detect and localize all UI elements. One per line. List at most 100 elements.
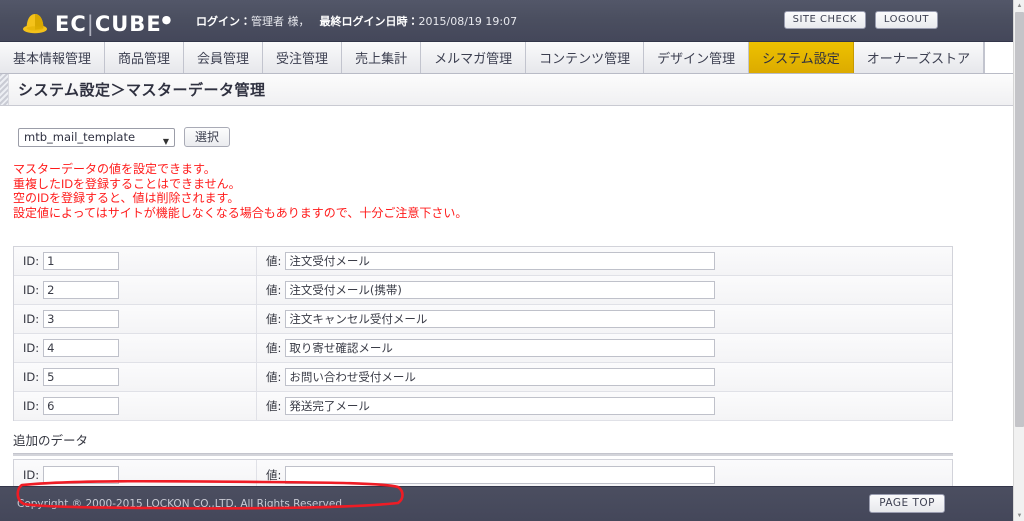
additional-value-label: 値: <box>266 467 282 482</box>
table-row: ID: 4 値: 取り寄せ確認メール <box>14 334 952 363</box>
row-value-label: 値: <box>266 370 282 384</box>
table-row: ID: 値: <box>14 460 952 489</box>
row-value-cell: 値: 注文受付メール <box>257 247 952 275</box>
app-footer: Copyright ® 2000-2015 LOCKON CO.,LTD. Al… <box>0 486 1013 521</box>
row-id-label: ID: <box>23 283 40 297</box>
eccube-logo-text: EC|CUBE● <box>55 7 172 37</box>
nav-item-basic-info[interactable]: 基本情報管理 <box>0 42 106 73</box>
row-id-input[interactable]: 4 <box>43 339 120 357</box>
row-id-cell: ID: 1 <box>14 247 257 275</box>
nav-item-mailmagazine[interactable]: メルマガ管理 <box>421 42 527 73</box>
row-value-input[interactable]: お問い合わせ受付メール <box>285 368 716 386</box>
master-data-selector-row: mtb_mail_template ▼ 選択 <box>18 127 231 147</box>
row-value-label: 値: <box>266 341 282 355</box>
scrollbar-thumb[interactable] <box>1015 12 1024 427</box>
row-value-label: 値: <box>266 399 282 413</box>
master-data-select[interactable]: mtb_mail_template ▼ <box>18 127 175 147</box>
row-value-input[interactable]: 注文受付メール(携帯) <box>285 281 716 299</box>
additional-value-input[interactable] <box>285 465 716 484</box>
warning-line: マスターデータの値を設定できます。 <box>13 162 216 176</box>
main-navigation: 基本情報管理 商品管理 会員管理 受注管理 売上集計 メルマガ管理 コンテンツ管理 デザイン管… <box>0 42 1013 74</box>
login-info: ログイン：管理者 様， 最終ログイン日時：2015/08/19 19:07 <box>196 13 517 29</box>
additional-data-divider <box>13 453 953 456</box>
row-id-label: ID: <box>23 399 40 413</box>
nav-item-system-settings[interactable]: システム設定 <box>749 42 854 73</box>
row-id-cell: ID: 4 <box>14 334 257 362</box>
eccube-logo[interactable]: EC|CUBE● <box>22 7 172 37</box>
row-id-input[interactable]: 2 <box>43 281 120 299</box>
additional-data-title: 追加のデータ <box>13 434 89 448</box>
row-id-cell: ID: 2 <box>14 276 257 304</box>
table-row: ID: 5 値: お問い合わせ受付メール <box>14 363 952 392</box>
page-top-button[interactable]: PAGE TOP <box>869 494 945 513</box>
last-login-label: 最終ログイン日時： <box>319 15 419 28</box>
row-id-label: ID: <box>23 312 40 326</box>
row-value-cell: 値: 注文受付メール(携帯) <box>257 276 952 304</box>
nav-item-owners-store[interactable]: オーナーズストア <box>853 42 985 73</box>
row-value-input[interactable]: 注文受付メール <box>285 252 716 270</box>
additional-id-input[interactable] <box>43 465 120 484</box>
table-row: ID: 2 値: 注文受付メール(携帯) <box>14 276 952 305</box>
row-id-input[interactable]: 6 <box>43 397 120 415</box>
row-value-cell: 値: 取り寄せ確認メール <box>257 334 952 362</box>
eccube-hat-icon <box>23 14 47 34</box>
header-buttons: SITE CHECK LOGOUT <box>783 11 938 29</box>
row-value-input[interactable]: 取り寄せ確認メール <box>285 339 716 357</box>
nav-item-members[interactable]: 会員管理 <box>184 42 264 73</box>
logo-separator: | <box>86 12 95 36</box>
row-value-cell: 値: 発送完了メール <box>257 392 952 420</box>
table-row: ID: 1 値: 注文受付メール <box>14 247 952 276</box>
nav-tail-area <box>985 42 1013 73</box>
additional-id-label: ID: <box>23 467 40 482</box>
site-check-button[interactable]: SITE CHECK <box>783 11 866 29</box>
row-value-input[interactable]: 注文キャンセル受付メール <box>285 310 716 328</box>
row-id-cell: ID: 6 <box>14 392 257 420</box>
row-value-cell: 値: お問い合わせ受付メール <box>257 363 952 391</box>
additional-id-cell: ID: <box>14 460 257 489</box>
login-user: 管理者 様， <box>251 15 310 28</box>
chevron-down-icon: ▼ <box>162 136 169 146</box>
row-id-label: ID: <box>23 370 40 384</box>
scroll-up-arrow-icon[interactable]: ▲ <box>1014 0 1024 11</box>
nav-item-sales[interactable]: 売上集計 <box>342 42 422 73</box>
additional-value-cell: 値: <box>257 460 952 489</box>
row-value-label: 値: <box>266 312 282 326</box>
copyright-text: Copyright ® 2000-2015 LOCKON CO.,LTD. Al… <box>17 498 346 510</box>
warning-line: 重複したIDを登録することはできません。 <box>13 176 241 191</box>
nav-item-orders[interactable]: 受注管理 <box>263 42 343 73</box>
nav-item-contents[interactable]: コンテンツ管理 <box>526 42 645 73</box>
app-header: EC|CUBE● ログイン：管理者 様， 最終ログイン日時：2015/08/19 … <box>0 0 1013 42</box>
scroll-down-arrow-icon[interactable]: ▼ <box>1014 510 1024 521</box>
row-id-label: ID: <box>23 341 40 355</box>
logout-button[interactable]: LOGOUT <box>874 11 938 29</box>
row-id-cell: ID: 5 <box>14 363 257 391</box>
page-container: EC|CUBE● ログイン：管理者 様， 最終ログイン日時：2015/08/19 … <box>0 0 1013 521</box>
row-id-cell: ID: 3 <box>14 305 257 333</box>
nav-item-design[interactable]: デザイン管理 <box>644 42 750 73</box>
logo-ec: EC <box>55 12 87 36</box>
warning-messages: マスターデータの値を設定できます。 重複したIDを登録することはできません。 空のI… <box>13 162 467 220</box>
row-id-input[interactable]: 5 <box>43 368 120 386</box>
page-title-bar: システム設定＞マスターデータ管理 <box>0 74 1013 106</box>
row-id-input[interactable]: 3 <box>43 310 120 328</box>
logo-cube: CUBE <box>94 12 162 36</box>
table-row: ID: 3 値: 注文キャンセル受付メール <box>14 305 952 334</box>
row-id-input[interactable]: 1 <box>43 252 120 270</box>
select-submit-button[interactable]: 選択 <box>184 127 231 147</box>
master-data-select-value: mtb_mail_template <box>24 129 136 144</box>
warning-line: 設定値によってはサイトが機能しなくなる場合もありますので、十分ご注意下さい。 <box>13 205 468 220</box>
nav-item-products[interactable]: 商品管理 <box>105 42 185 73</box>
warning-line: 空のIDを登録すると、値は削除されます。 <box>13 191 240 206</box>
content-area: mtb_mail_template ▼ 選択 マスターデータの値を設定できます。… <box>0 106 1013 520</box>
login-label: ログイン： <box>196 15 251 28</box>
vertical-scrollbar[interactable]: ▲ ▼ <box>1013 0 1024 521</box>
row-value-label: 値: <box>266 254 282 268</box>
title-stripe-decoration <box>0 74 9 105</box>
logo-dot: ● <box>161 13 173 26</box>
table-row: ID: 6 値: 発送完了メール <box>14 392 952 421</box>
page-title: システム設定＞マスターデータ管理 <box>18 82 266 99</box>
last-login-value: 2015/08/19 19:07 <box>418 15 518 28</box>
row-value-label: 値: <box>266 283 282 297</box>
row-value-input[interactable]: 発送完了メール <box>285 397 716 415</box>
row-id-label: ID: <box>23 254 40 268</box>
